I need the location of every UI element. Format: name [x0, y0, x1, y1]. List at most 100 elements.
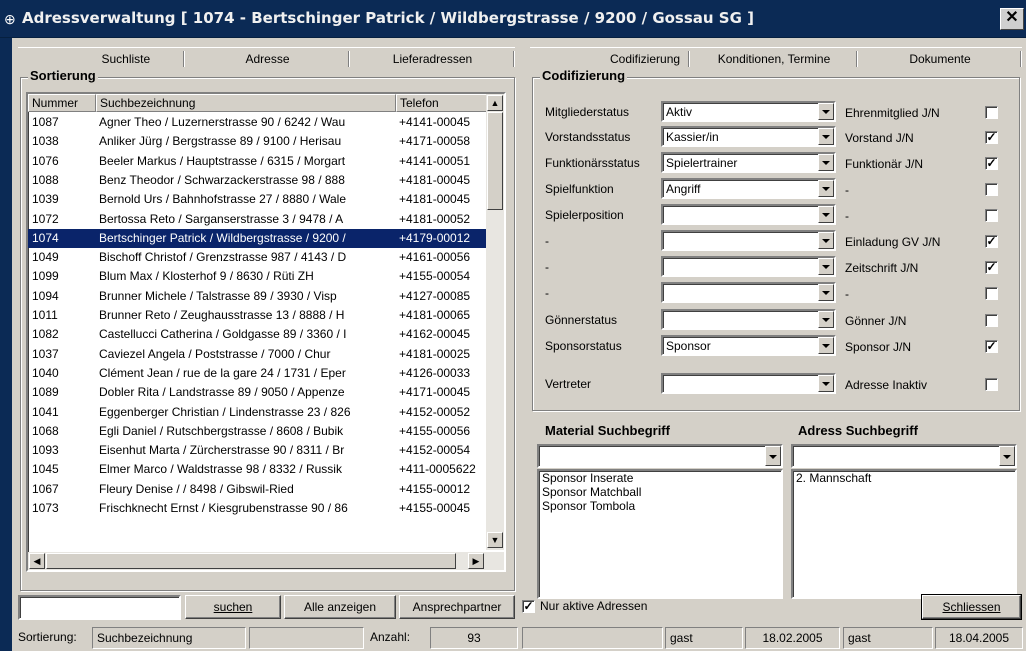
flag-checkbox[interactable]	[985, 183, 998, 196]
flag-checkbox[interactable]	[985, 287, 998, 300]
table-row[interactable]: 1011 Brunner Reto / Zeughausstrasse 13 / …	[28, 306, 486, 325]
tab-adresse[interactable]: Adresse	[185, 47, 350, 69]
alle-anzeigen-button[interactable]: Alle anzeigen	[284, 595, 396, 619]
table-row[interactable]: 1040 Clément Jean / rue de la gare 24 / 1…	[28, 364, 486, 383]
chevron-down-icon[interactable]	[818, 337, 834, 354]
tab-konditionen-termine[interactable]: Konditionen, Termine	[690, 47, 858, 69]
table-row[interactable]: 1039 Bernold Urs / Bahnhofstrasse 27 / 88…	[28, 190, 486, 209]
flag-checkbox[interactable]	[985, 106, 998, 119]
table-row[interactable]: 1037 Caviezel Angela / Poststrasse / 7000…	[28, 345, 486, 364]
column-header-nummer[interactable]: Nummer	[28, 94, 96, 112]
chevron-down-icon[interactable]	[818, 206, 834, 223]
chevron-down-icon[interactable]	[818, 128, 834, 145]
list-item[interactable]: Sponsor Tombola	[539, 499, 781, 513]
adress-suchbegriff-list[interactable]: 2. Mannschaft	[791, 469, 1017, 599]
tab-suchliste[interactable]: Suchliste	[18, 47, 185, 69]
chevron-down-icon[interactable]	[818, 232, 834, 249]
horizontal-scrollbar[interactable]: ◀ ▶	[28, 552, 504, 570]
flag-checkbox[interactable]: ✓	[985, 340, 998, 353]
chevron-down-icon[interactable]	[818, 311, 834, 328]
field-combo[interactable]: Spielertrainer	[661, 152, 836, 173]
vertical-scrollbar[interactable]: ▲ ▼	[486, 94, 504, 550]
status-user1: gast	[665, 627, 743, 649]
field-label: Spielerposition	[545, 208, 624, 222]
adress-suchbegriff-title: Adress Suchbegriff	[798, 423, 918, 438]
field-combo[interactable]: Kassier/in	[661, 126, 836, 147]
close-button[interactable]: ✕	[1000, 8, 1024, 30]
chevron-down-icon[interactable]	[818, 375, 834, 392]
field-label: -	[545, 234, 549, 248]
chevron-down-icon[interactable]	[818, 258, 834, 275]
schliessen-button[interactable]: Schliessen	[921, 594, 1022, 620]
field-combo[interactable]: Angriff	[661, 178, 836, 199]
table-row[interactable]: 1093 Eisenhut Marta / Zürcherstrasse 90 /…	[28, 441, 486, 460]
scroll-thumb[interactable]	[487, 112, 503, 210]
table-row[interactable]: 1082 Castellucci Catherina / Goldgasse 89…	[28, 325, 486, 344]
field-value: Aktiv	[666, 105, 693, 119]
flag-checkbox[interactable]: ✓	[985, 131, 998, 144]
flag-checkbox[interactable]: ✓	[985, 235, 998, 248]
flag-checkbox[interactable]: ✓	[985, 261, 998, 274]
nur-aktive-checkbox[interactable]: ✓	[522, 600, 535, 613]
tab-dokumente[interactable]: Dokumente	[858, 47, 1022, 69]
table-row[interactable]: 1068 Egli Daniel / Rutschbergstrasse / 86…	[28, 422, 486, 441]
flag-checkbox[interactable]: ✓	[985, 157, 998, 170]
codifizierung-title: Codifizierung	[540, 68, 628, 83]
field-combo[interactable]: Aktiv	[661, 101, 836, 122]
tab-lieferadressen[interactable]: Lieferadressen	[350, 47, 515, 69]
chevron-down-icon[interactable]	[765, 446, 781, 466]
ansprechpartner-button[interactable]: Ansprechpartner	[399, 595, 515, 619]
flag-label: Gönner J/N	[845, 314, 907, 328]
table-row[interactable]: 1099 Blum Max / Klosterhof 9 / 8630 / Rüt…	[28, 267, 486, 286]
table-row[interactable]: 1049 Bischoff Christof / Grenzstrasse 987…	[28, 248, 486, 267]
flag-checkbox[interactable]	[985, 378, 998, 391]
material-suchbegriff-combo[interactable]	[537, 444, 783, 468]
chevron-down-icon[interactable]	[818, 103, 834, 120]
field-combo[interactable]	[661, 204, 836, 225]
table-row[interactable]: 1038 Anliker Jürg / Bergstrasse 89 / 9100…	[28, 132, 486, 151]
tab-codifizierung[interactable]: Codifizierung	[530, 47, 690, 69]
address-list[interactable]: Nummer Suchbezeichnung Telefon 1087 Agner…	[26, 92, 506, 572]
field-combo[interactable]	[661, 256, 836, 277]
table-row[interactable]: 1073 Frischknecht Ernst / Kiesgrubenstras…	[28, 499, 486, 518]
column-header-suchbezeichnung[interactable]: Suchbezeichnung	[96, 94, 396, 112]
list-item[interactable]: 2. Mannschaft	[793, 471, 1015, 485]
scroll-right-icon[interactable]: ▶	[468, 553, 484, 569]
suchen-button[interactable]: suchen	[185, 595, 281, 619]
scroll-down-icon[interactable]: ▼	[487, 532, 503, 548]
material-suchbegriff-list[interactable]: Sponsor Inserate Sponsor Matchball Spons…	[537, 469, 783, 599]
flag-checkbox[interactable]	[985, 209, 998, 222]
table-row[interactable]: 1072 Bertossa Reto / Sarganserstrasse 3 /…	[28, 210, 486, 229]
list-item[interactable]: Sponsor Inserate	[539, 471, 781, 485]
scroll-left-icon[interactable]: ◀	[29, 553, 45, 569]
table-row[interactable]: 1045 Elmer Marco / Waldstrasse 98 / 8332 …	[28, 460, 486, 479]
flag-checkbox[interactable]	[985, 314, 998, 327]
chevron-down-icon[interactable]	[818, 284, 834, 301]
chevron-down-icon[interactable]	[999, 446, 1015, 466]
field-combo[interactable]	[661, 373, 836, 394]
table-row[interactable]: 1067 Fleury Denise / / 8498 / Gibswil-Rie…	[28, 480, 486, 499]
field-combo[interactable]	[661, 309, 836, 330]
list-item[interactable]: Sponsor Matchball	[539, 485, 781, 499]
field-combo[interactable]	[661, 230, 836, 251]
hscroll-thumb[interactable]	[46, 553, 456, 569]
table-row[interactable]: 1041 Eggenberger Christian / Lindenstrass…	[28, 403, 486, 422]
table-row[interactable]: 1094 Brunner Michele / Talstrasse 89 / 39…	[28, 287, 486, 306]
table-row[interactable]: 1074 Bertschinger Patrick / Wildbergstras…	[28, 228, 486, 248]
table-row[interactable]: 1087 Agner Theo / Luzernerstrasse 90 / 62…	[28, 113, 486, 132]
cell-telefon: +4141-00051	[399, 153, 471, 168]
status-blank	[522, 627, 663, 649]
field-combo[interactable]	[661, 282, 836, 303]
cell-nummer: 1082	[32, 327, 59, 342]
table-row[interactable]: 1076 Beeler Markus / Hauptstrasse / 6315 …	[28, 152, 486, 171]
search-input[interactable]	[18, 595, 181, 620]
chevron-down-icon[interactable]	[818, 154, 834, 171]
field-combo[interactable]: Sponsor	[661, 335, 836, 356]
table-row[interactable]: 1089 Dobler Rita / Landstrasse 89 / 9050 …	[28, 383, 486, 402]
scroll-up-icon[interactable]: ▲	[487, 95, 503, 111]
table-row[interactable]: 1088 Benz Theodor / Schwarzackerstrasse 9…	[28, 171, 486, 190]
chevron-down-icon[interactable]	[818, 180, 834, 197]
adress-suchbegriff-combo[interactable]	[791, 444, 1017, 468]
cell-suchbezeichnung: Caviezel Angela / Poststrasse / 7000 / C…	[99, 346, 331, 361]
cell-suchbezeichnung: Blum Max / Klosterhof 9 / 8630 / Rüti ZH	[99, 269, 314, 284]
